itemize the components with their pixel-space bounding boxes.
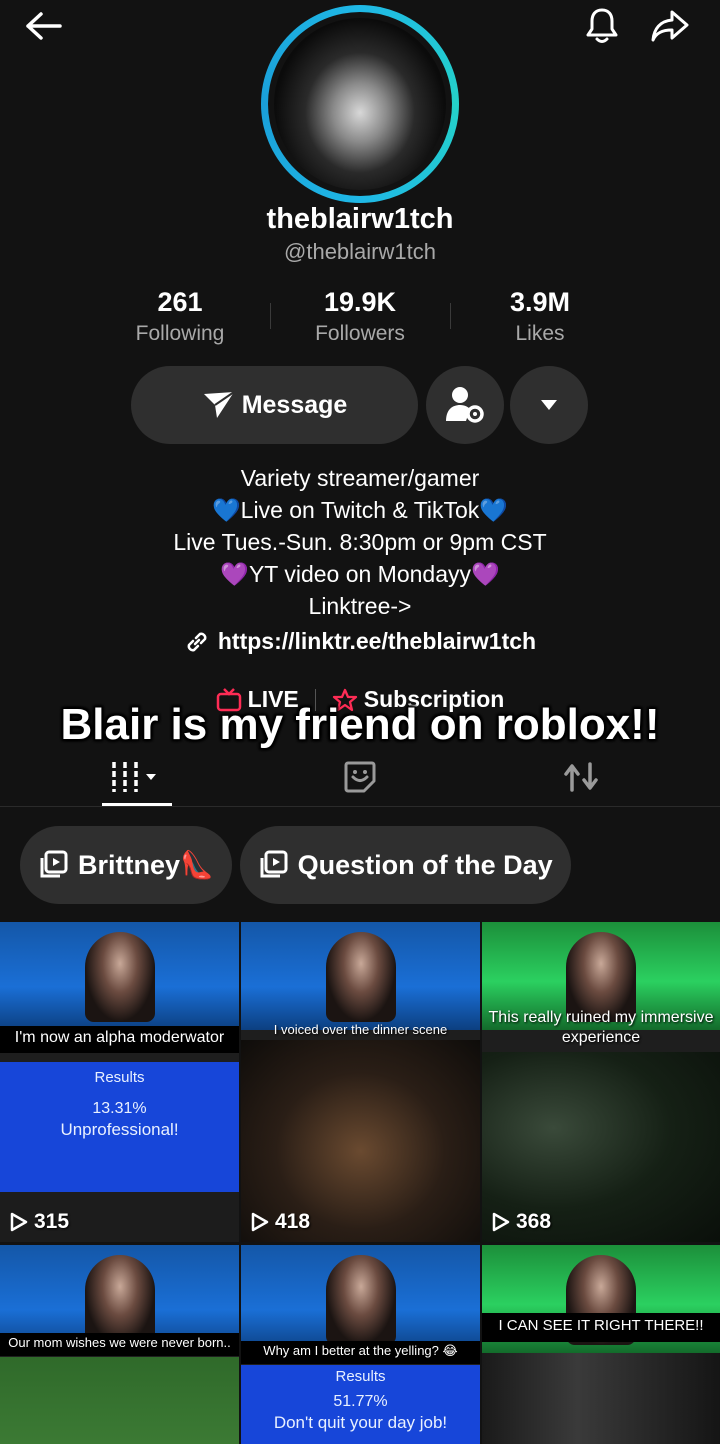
- send-icon: [203, 391, 235, 418]
- content-tabs: [0, 745, 720, 807]
- stat-following[interactable]: 261 Following: [90, 287, 270, 346]
- stat-followers[interactable]: 19.9K Followers: [270, 287, 450, 346]
- bio-link[interactable]: https://linktr.ee/theblairw1tch: [0, 628, 720, 655]
- results-title: Results: [335, 1368, 386, 1385]
- more-dropdown-button[interactable]: [510, 366, 588, 444]
- video-overlay-caption: Blair is my friend on roblox!!: [60, 700, 660, 749]
- tab-videos[interactable]: [97, 751, 177, 803]
- stat-value: 19.9K: [323, 287, 397, 317]
- stat-label: Following: [135, 322, 225, 345]
- video-caption: Our mom wishes we were never born..: [0, 1333, 239, 1356]
- results-desc: Unprofessional!: [60, 1120, 179, 1139]
- sticker-icon: [344, 761, 376, 793]
- playlist-label: Brittney👠: [78, 850, 214, 880]
- bio-line: Variety streamer/gamer: [240, 465, 480, 491]
- stat-likes[interactable]: 3.9M Likes: [450, 287, 630, 346]
- video-thumbnail[interactable]: I'm now an alpha moderwator Results 13.3…: [0, 922, 239, 1242]
- profile-handle: @theblairw1tch: [284, 239, 436, 264]
- bio-line: 💙Live on Twitch & TikTok💙: [212, 497, 508, 523]
- stat-label: Followers: [315, 322, 405, 345]
- playlist-chip-brittney[interactable]: Brittney👠: [20, 826, 232, 904]
- tab-liked[interactable]: [320, 751, 400, 803]
- video-caption: I CAN SEE IT RIGHT THERE!!: [482, 1313, 720, 1342]
- back-arrow-icon[interactable]: [22, 6, 66, 46]
- share-icon[interactable]: [648, 6, 692, 46]
- friend-settings-button[interactable]: [426, 366, 504, 444]
- stat-value: 3.9M: [509, 287, 571, 317]
- avatar-story-ring[interactable]: [261, 5, 459, 203]
- view-count: 418: [251, 1210, 310, 1234]
- results-value: 51.77%: [333, 1393, 388, 1410]
- video-caption: This really ruined my immersive experien…: [488, 1009, 714, 1046]
- results-desc: Don't quit your day job!: [273, 1413, 448, 1432]
- results-title: Results: [94, 1069, 145, 1086]
- avatar: [274, 18, 446, 190]
- profile-nickname: theblairw1tch: [266, 203, 454, 235]
- profile-stats: 261 Following 19.9K Followers 3.9M Likes: [90, 287, 630, 346]
- bio-line: Linktree->: [308, 593, 412, 619]
- user-gear-icon: [446, 387, 484, 423]
- tab-reposts[interactable]: [541, 751, 621, 803]
- profile-bio: Variety streamer/gamer 💙Live on Twitch &…: [0, 462, 720, 622]
- active-tab-indicator: [102, 803, 172, 806]
- video-caption: I'm now an alpha moderwator: [0, 1026, 239, 1053]
- bell-icon[interactable]: [580, 6, 624, 46]
- video-thumbnail[interactable]: Why am I better at the yelling? 😂 Result…: [241, 1245, 480, 1444]
- video-thumbnail[interactable]: This really ruined my immersive experien…: [482, 922, 720, 1242]
- bio-line: 💜YT video on Mondayy💜: [220, 561, 500, 587]
- play-icon: [492, 1212, 510, 1232]
- view-count: 315: [10, 1210, 69, 1234]
- bio-line: Live Tues.-Sun. 8:30pm or 9pm CST: [173, 529, 547, 555]
- results-value: 13.31%: [92, 1100, 147, 1117]
- play-icon: [251, 1212, 269, 1232]
- videos-grid-icon: [112, 762, 156, 792]
- caret-down-icon: [541, 400, 557, 410]
- video-thumbnail[interactable]: Our mom wishes we were never born..: [0, 1245, 239, 1444]
- profile-actions: Message: [0, 366, 720, 444]
- video-thumbnail[interactable]: I CAN SEE IT RIGHT THERE!!: [482, 1245, 720, 1444]
- repost-icon: [564, 762, 598, 792]
- playlist-label: Question of the Day: [297, 849, 553, 880]
- video-caption: Why am I better at the yelling? 😂: [241, 1341, 480, 1364]
- link-text: https://linktr.ee/theblairw1tch: [217, 628, 537, 654]
- playlist-chip-question-of-the-day[interactable]: Question of the Day: [239, 826, 571, 904]
- stat-value: 261: [157, 287, 203, 317]
- video-caption: I voiced over the dinner scene: [273, 1022, 448, 1037]
- message-button[interactable]: Message: [131, 366, 418, 444]
- play-icon: [10, 1212, 28, 1232]
- video-thumbnail[interactable]: I voiced over the dinner scene 418: [241, 922, 480, 1242]
- playlists-row: Brittney👠 Question of the Day: [20, 826, 571, 904]
- link-icon: [187, 632, 207, 651]
- view-count: 368: [492, 1210, 551, 1234]
- message-label: Message: [241, 390, 348, 419]
- stat-label: Likes: [515, 322, 565, 345]
- playlist-icon: [260, 850, 288, 878]
- playlist-icon: [40, 850, 68, 878]
- video-grid: I'm now an alpha moderwator Results 13.3…: [0, 922, 720, 1444]
